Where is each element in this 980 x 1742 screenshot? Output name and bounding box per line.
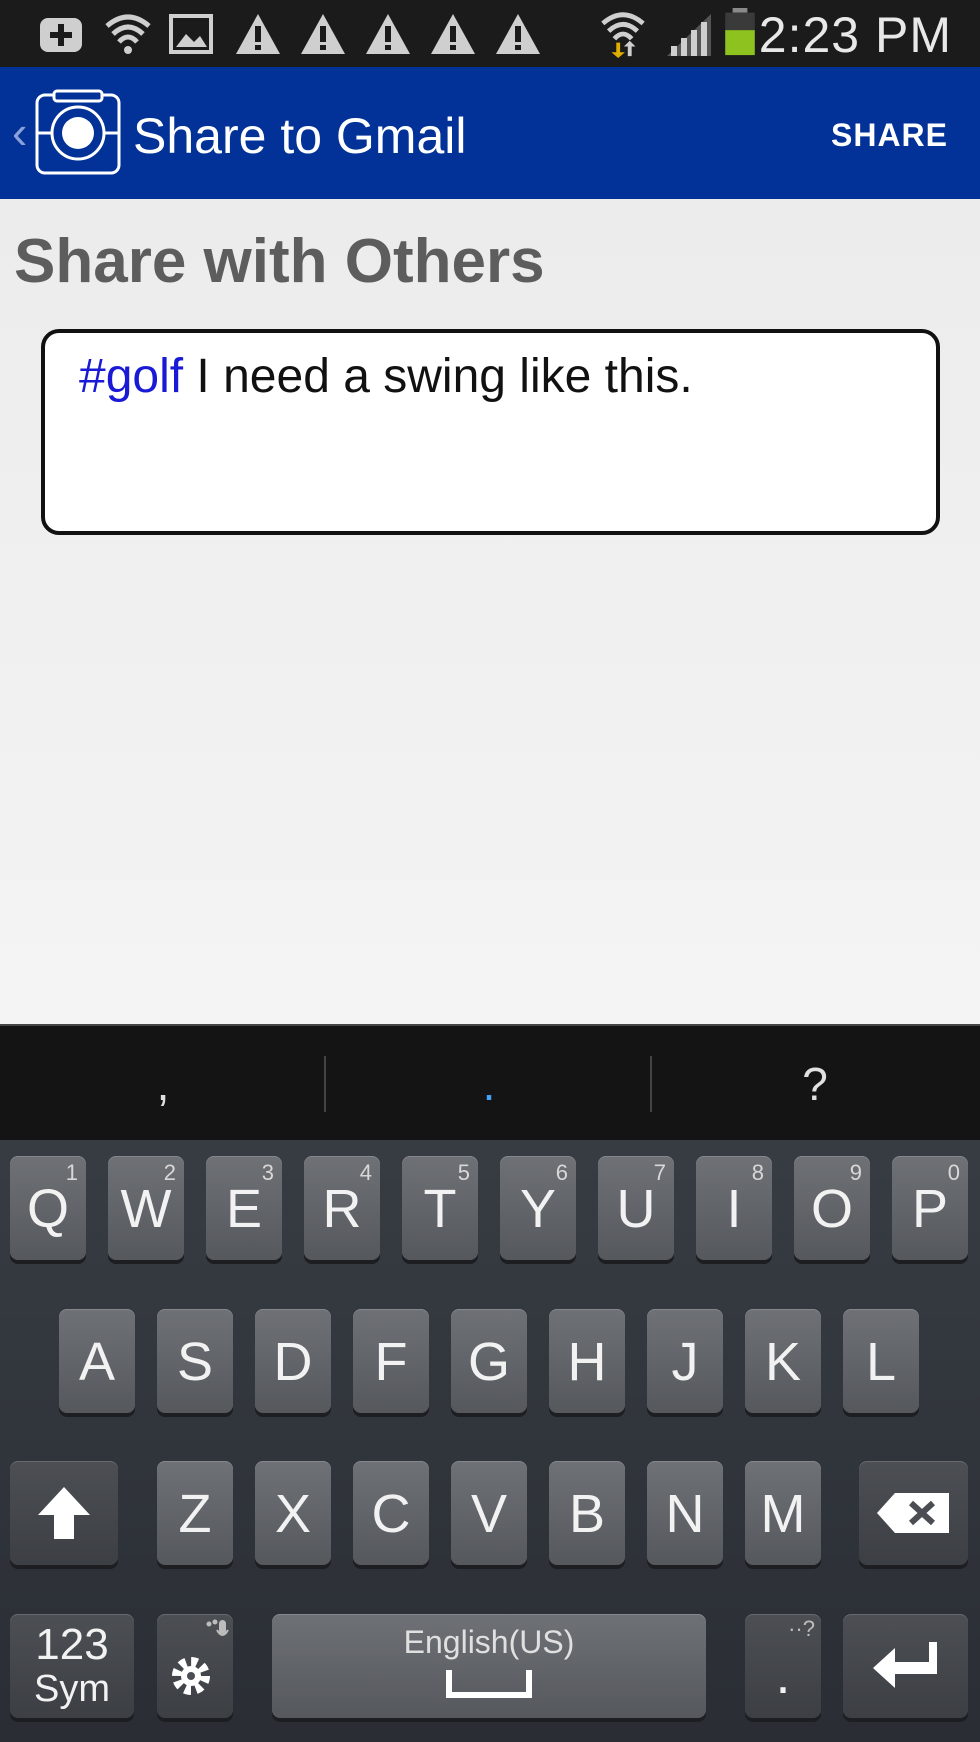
action-bar-title: Share to Gmail [133, 108, 467, 164]
key-m[interactable]: M [745, 1461, 821, 1565]
symbols-key-bottom-label: Sym [34, 1668, 110, 1710]
period-key-hint: ··? [788, 1616, 815, 1641]
key-b[interactable]: B [549, 1461, 625, 1565]
suggestion-bar: , . ? [0, 1024, 980, 1140]
key-h[interactable]: H [549, 1309, 625, 1413]
key-o[interactable]: 9O [794, 1156, 870, 1260]
settings-gear-icon [172, 1657, 210, 1695]
action-bar: ‹ Share to Gmail SHARE [0, 67, 980, 199]
message-input[interactable]: #golf I need a swing like this. [41, 329, 940, 535]
suggestion-period[interactable]: . [326, 1026, 652, 1142]
key-s[interactable]: S [157, 1309, 233, 1413]
key-i[interactable]: 8I [696, 1156, 772, 1260]
period-key[interactable]: . ··? [745, 1614, 821, 1718]
mic-icon [206, 1619, 229, 1636]
status-time: 2:23 PM [758, 7, 952, 63]
key-z[interactable]: Z [157, 1461, 233, 1565]
settings-key[interactable] [157, 1614, 233, 1718]
suggestion-question[interactable]: ? [652, 1026, 978, 1142]
wifi-transfer-icon [601, 12, 645, 58]
share-button[interactable]: SHARE [831, 117, 948, 154]
key-x[interactable]: X [255, 1461, 331, 1565]
on-screen-keyboard: , . ? 1Q 2W 3E 4R 5T 6Y 7U 8I 9O 0P A S … [0, 1024, 980, 1742]
signal-icon [667, 14, 711, 56]
message-text: I need a swing like this. [183, 350, 693, 403]
shift-arrow-icon [38, 1487, 90, 1539]
key-r[interactable]: 4R [304, 1156, 380, 1260]
period-key-label: . [775, 1645, 791, 1705]
symbols-key-top-label: 123 [35, 1620, 109, 1669]
key-l[interactable]: L [843, 1309, 919, 1413]
key-w[interactable]: 2W [108, 1156, 184, 1260]
warning-icon [301, 14, 345, 54]
warning-icon [366, 14, 410, 54]
warning-icon [431, 14, 475, 54]
back-chevron-icon[interactable]: ‹ [12, 105, 27, 159]
key-g[interactable]: G [451, 1309, 527, 1413]
key-n[interactable]: N [647, 1461, 723, 1565]
key-d[interactable]: D [255, 1309, 331, 1413]
battery-icon [725, 8, 755, 56]
key-a[interactable]: A [59, 1309, 135, 1413]
suggestion-comma[interactable]: , [0, 1026, 326, 1142]
key-u[interactable]: 7U [598, 1156, 674, 1260]
warning-icon [496, 14, 540, 54]
backspace-icon [877, 1493, 949, 1533]
key-t[interactable]: 5T [402, 1156, 478, 1260]
key-v[interactable]: V [451, 1461, 527, 1565]
add-box-icon [40, 18, 82, 52]
app-logo-icon[interactable] [34, 89, 122, 177]
key-j[interactable]: J [647, 1309, 723, 1413]
warning-icon [236, 14, 280, 54]
key-f[interactable]: F [353, 1309, 429, 1413]
image-icon [169, 14, 213, 54]
key-q[interactable]: 1Q [10, 1156, 86, 1260]
key-e[interactable]: 3E [206, 1156, 282, 1260]
space-key-label: English(US) [403, 1624, 575, 1660]
key-p[interactable]: 0P [892, 1156, 968, 1260]
message-hashtag: #golf [79, 350, 184, 403]
key-k[interactable]: K [745, 1309, 821, 1413]
space-key[interactable]: English(US) [272, 1614, 706, 1718]
shift-key[interactable] [10, 1461, 118, 1565]
main-content: Share with Others #golf I need a swing l… [0, 199, 980, 1024]
backspace-key[interactable] [859, 1461, 968, 1565]
section-title: Share with Others [14, 227, 545, 296]
space-bar-icon [446, 1670, 532, 1698]
key-y[interactable]: 6Y [500, 1156, 576, 1260]
wifi-help-icon [105, 14, 151, 54]
symbols-key[interactable]: 123 Sym [10, 1614, 134, 1718]
key-c[interactable]: C [353, 1461, 429, 1565]
status-bar: 2:23 PM [0, 0, 980, 67]
enter-return-icon [873, 1642, 937, 1688]
enter-key[interactable] [843, 1614, 968, 1718]
